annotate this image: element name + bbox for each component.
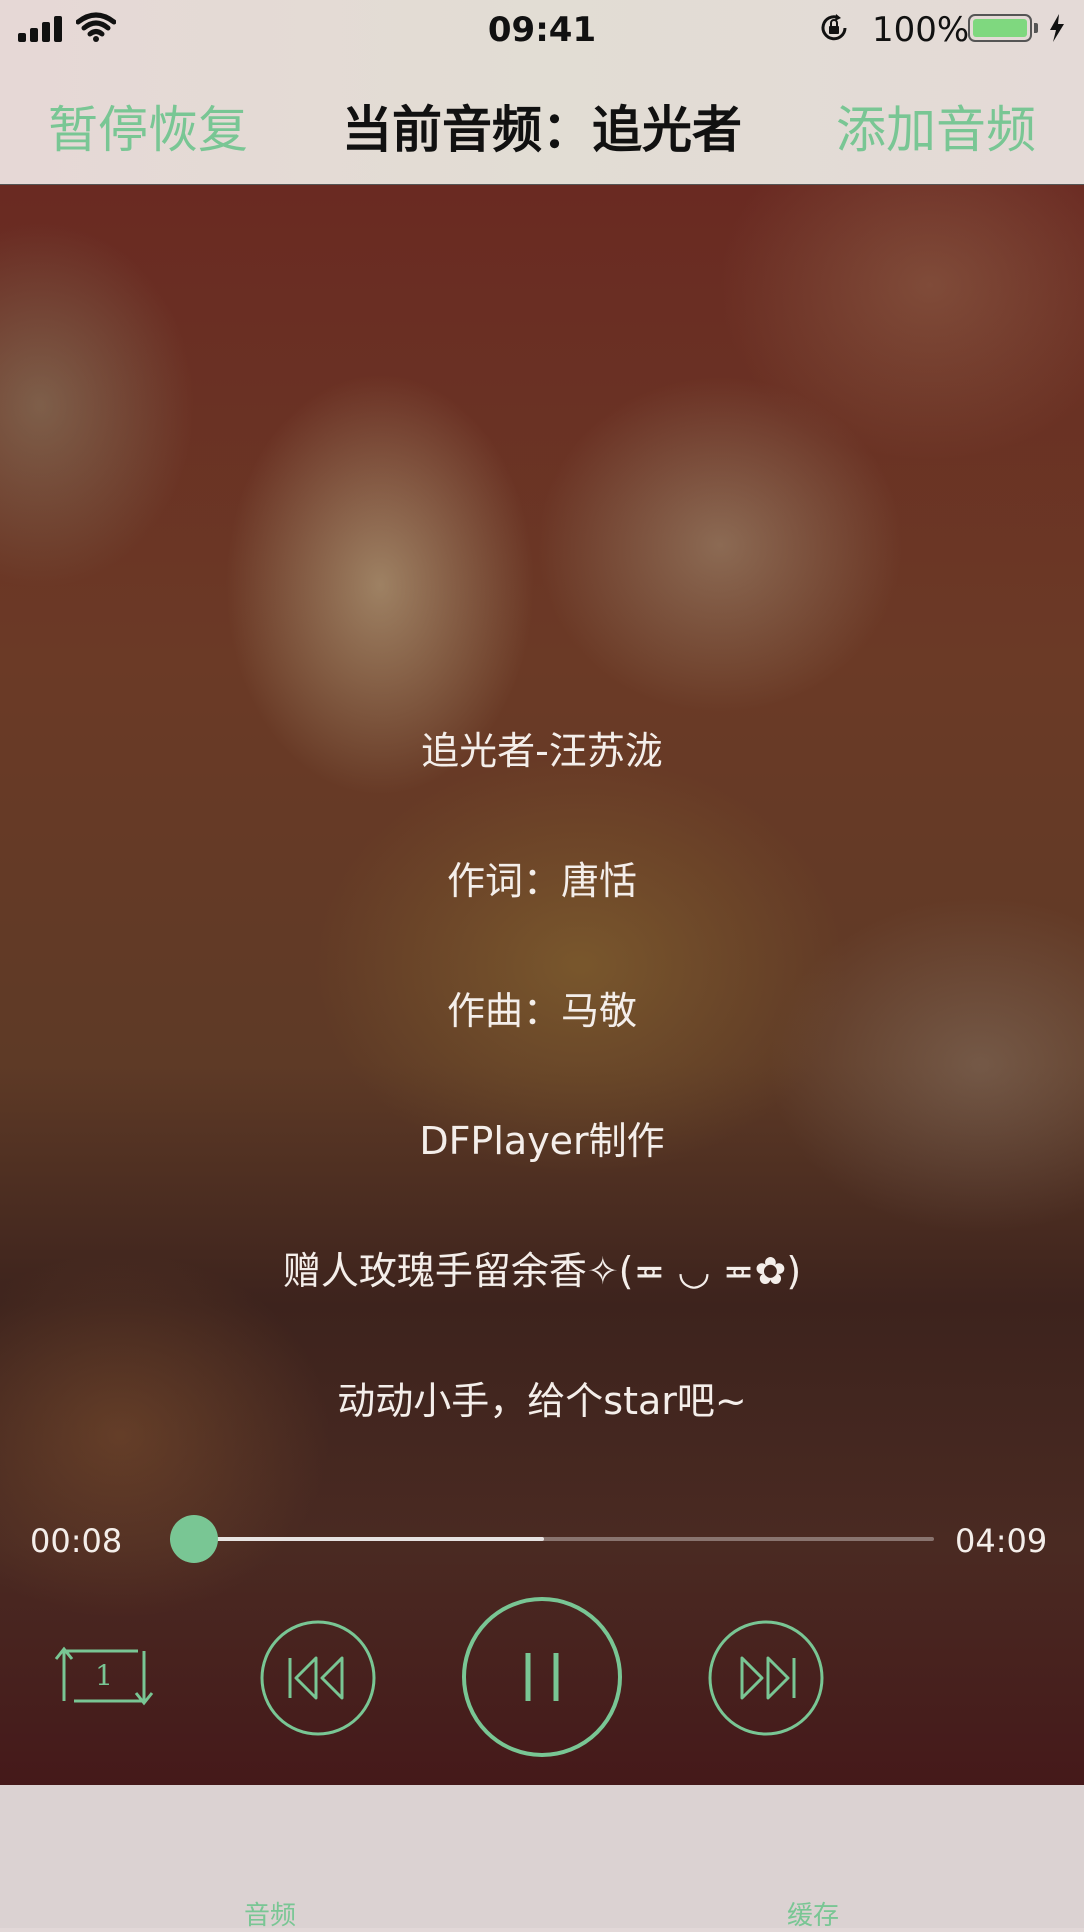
status-bar: 09:41 100%: [0, 0, 1084, 60]
svg-text:1: 1: [95, 1659, 113, 1692]
orientation-lock-icon: [821, 14, 847, 41]
total-time: 04:09: [955, 1522, 1048, 1560]
battery-icon: [968, 14, 1032, 42]
buffer-progress: [170, 1537, 545, 1541]
tab-bar: 音频 缓存: [0, 1785, 1084, 1931]
pause-button[interactable]: [460, 1595, 624, 1759]
tab-audio[interactable]: 音频: [170, 1895, 370, 1932]
add-audio-button[interactable]: 添加音频: [836, 90, 1036, 162]
next-track-button[interactable]: [706, 1618, 826, 1738]
battery-level-fill: [973, 19, 1027, 37]
previous-track-button[interactable]: [258, 1618, 378, 1738]
lyric-line: 动动小手，给个star吧~: [337, 1379, 747, 1423]
charging-bolt-icon: [1050, 14, 1064, 42]
top-bar: 09:41 100% 暂停恢复 当前音频：追光者 添加音频: [0, 0, 1084, 185]
player-view: 追光者-汪苏泷 作词：唐恬 作曲：马敬 DFPlayer制作 赠人玫瑰手留余香✧…: [0, 185, 1084, 1785]
progress-thumb[interactable]: [170, 1515, 219, 1563]
current-time: 00:08: [30, 1522, 123, 1560]
lyric-line: 追光者-汪苏泷: [421, 729, 663, 773]
lyric-line: 赠人玫瑰手留余香✧(≖ ◡ ≖✿): [282, 1249, 802, 1293]
tab-cache[interactable]: 缓存: [713, 1895, 913, 1932]
navigation-bar: 暂停恢复 当前音频：追光者 添加音频: [0, 60, 1084, 184]
battery-tip: [1034, 23, 1038, 33]
battery-percent: 100%: [872, 10, 970, 50]
lyric-line: 作曲：马敬: [446, 989, 637, 1033]
lyric-line: DFPlayer制作: [419, 1119, 665, 1163]
lyric-line: 作词：唐恬: [446, 859, 637, 903]
progress-slider[interactable]: [170, 1537, 934, 1541]
repeat-one-icon[interactable]: 1: [54, 1635, 154, 1715]
